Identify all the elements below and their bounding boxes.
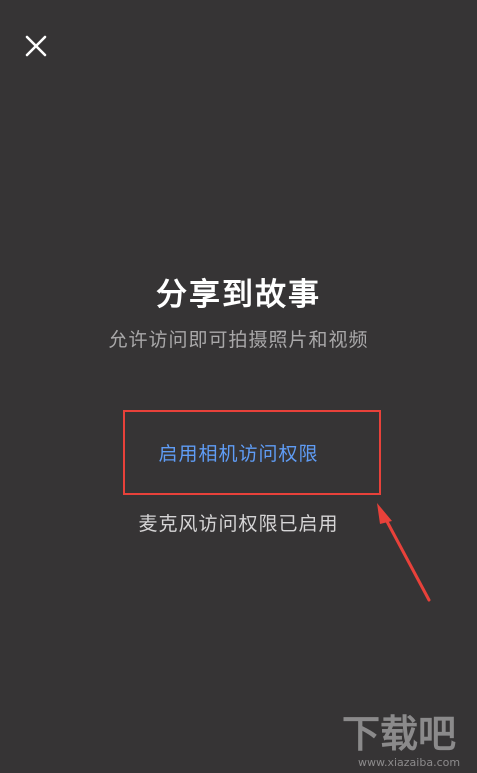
microphone-access-status: 麦克风访问权限已启用 <box>138 513 339 535</box>
page-title: 分享到故事 <box>156 277 321 313</box>
watermark: 下载吧 www.xiazaiba.com <box>340 712 477 773</box>
annotation-arrow <box>377 503 431 602</box>
close-icon <box>25 35 47 57</box>
share-to-story-screen: 分享到故事 允许访问即可拍摄照片和视频 启用相机访问权限 麦克风访问权限已启用 … <box>0 0 477 773</box>
watermark-url: www.xiazaiba.com <box>358 756 461 769</box>
enable-camera-access-link[interactable]: 启用相机访问权限 <box>0 440 477 468</box>
page-subtitle: 允许访问即可拍摄照片和视频 <box>108 329 369 351</box>
close-button[interactable] <box>20 30 52 62</box>
watermark-logo: 下载吧 <box>342 712 457 756</box>
